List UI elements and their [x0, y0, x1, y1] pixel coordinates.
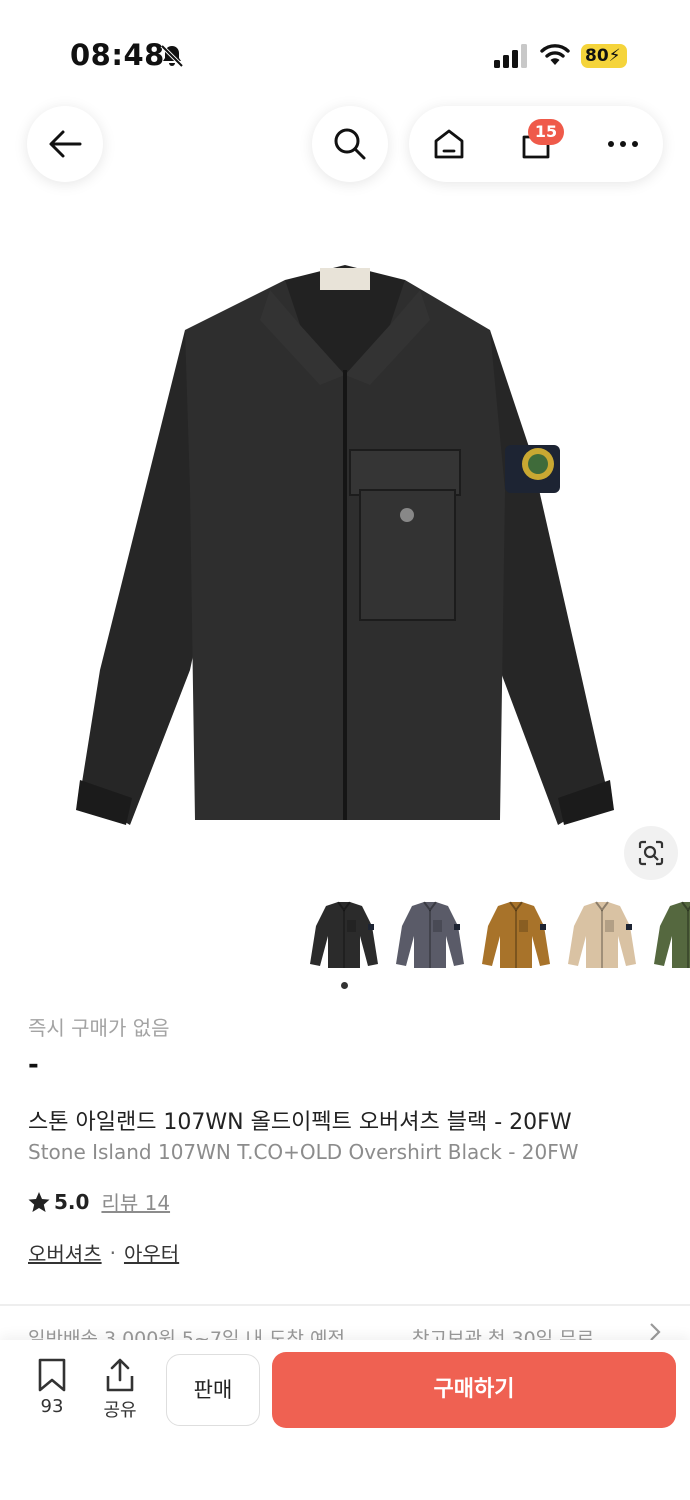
product-title-ko: 스톤 아일랜드 107WN 올드이펙트 오버셔츠 블랙 - 20FW [28, 1110, 572, 1135]
buy-button[interactable]: 구매하기 [272, 1352, 676, 1428]
category-links: 오버셔츠 · 아우터 [28, 1238, 179, 1267]
thumb-brown[interactable] [476, 896, 556, 976]
home-icon [434, 129, 464, 159]
search-button[interactable] [312, 106, 388, 182]
rating-row: 5.0 리뷰 14 [28, 1187, 170, 1216]
more-dots-icon [608, 141, 638, 147]
home-button[interactable] [411, 106, 487, 182]
thumb-beige[interactable] [562, 896, 642, 976]
share-label: 공유 [103, 1400, 137, 1421]
bookmark-button[interactable]: 93 [24, 1358, 80, 1417]
thumb-grey[interactable] [390, 896, 470, 976]
thumb-black[interactable] [304, 896, 384, 976]
lens-search-icon [638, 840, 664, 866]
reviews-link[interactable]: 리뷰 14 [101, 1187, 170, 1216]
star-icon [28, 1191, 50, 1212]
status-bar: 08:48 80⚡ [0, 0, 690, 100]
category-separator: · [109, 1240, 116, 1265]
more-button[interactable] [585, 106, 661, 182]
signal-icon [494, 44, 527, 68]
sell-button[interactable]: 판매 [166, 1354, 260, 1426]
cart-count-badge: 15 [528, 119, 564, 145]
instant-buy-status: 즉시 구매가 없음 [28, 1016, 170, 1040]
back-button[interactable] [27, 106, 103, 182]
share-button[interactable]: 공유 [92, 1358, 148, 1422]
bookmark-icon [38, 1358, 66, 1392]
instant-buy-price: - [28, 1050, 39, 1080]
thumb-green[interactable] [648, 896, 690, 976]
selected-thumb-indicator [341, 982, 348, 989]
product-title-en: Stone Island 107WN T.CO+OLD Overshirt Bl… [28, 1140, 579, 1164]
category-overshirt-link[interactable]: 오버셔츠 [28, 1238, 102, 1267]
wifi-icon [540, 44, 570, 65]
battery-indicator: 80⚡ [581, 44, 627, 68]
charging-bolt-icon: ⚡ [608, 46, 621, 66]
share-icon [106, 1358, 134, 1392]
bell-muted-icon [160, 44, 184, 68]
section-divider [0, 1304, 690, 1306]
product-image[interactable] [60, 250, 630, 840]
color-thumbnails [304, 896, 690, 980]
image-search-button[interactable] [624, 826, 678, 880]
chevron-right-icon [650, 1323, 661, 1341]
category-outer-link[interactable]: 아우터 [124, 1238, 179, 1267]
status-time: 08:48 [70, 38, 165, 72]
search-icon [334, 128, 366, 160]
arrow-left-icon [49, 130, 82, 158]
bookmark-count: 93 [40, 1396, 64, 1417]
battery-level: 80 [585, 46, 609, 66]
rating-score: 5.0 [54, 1189, 90, 1214]
